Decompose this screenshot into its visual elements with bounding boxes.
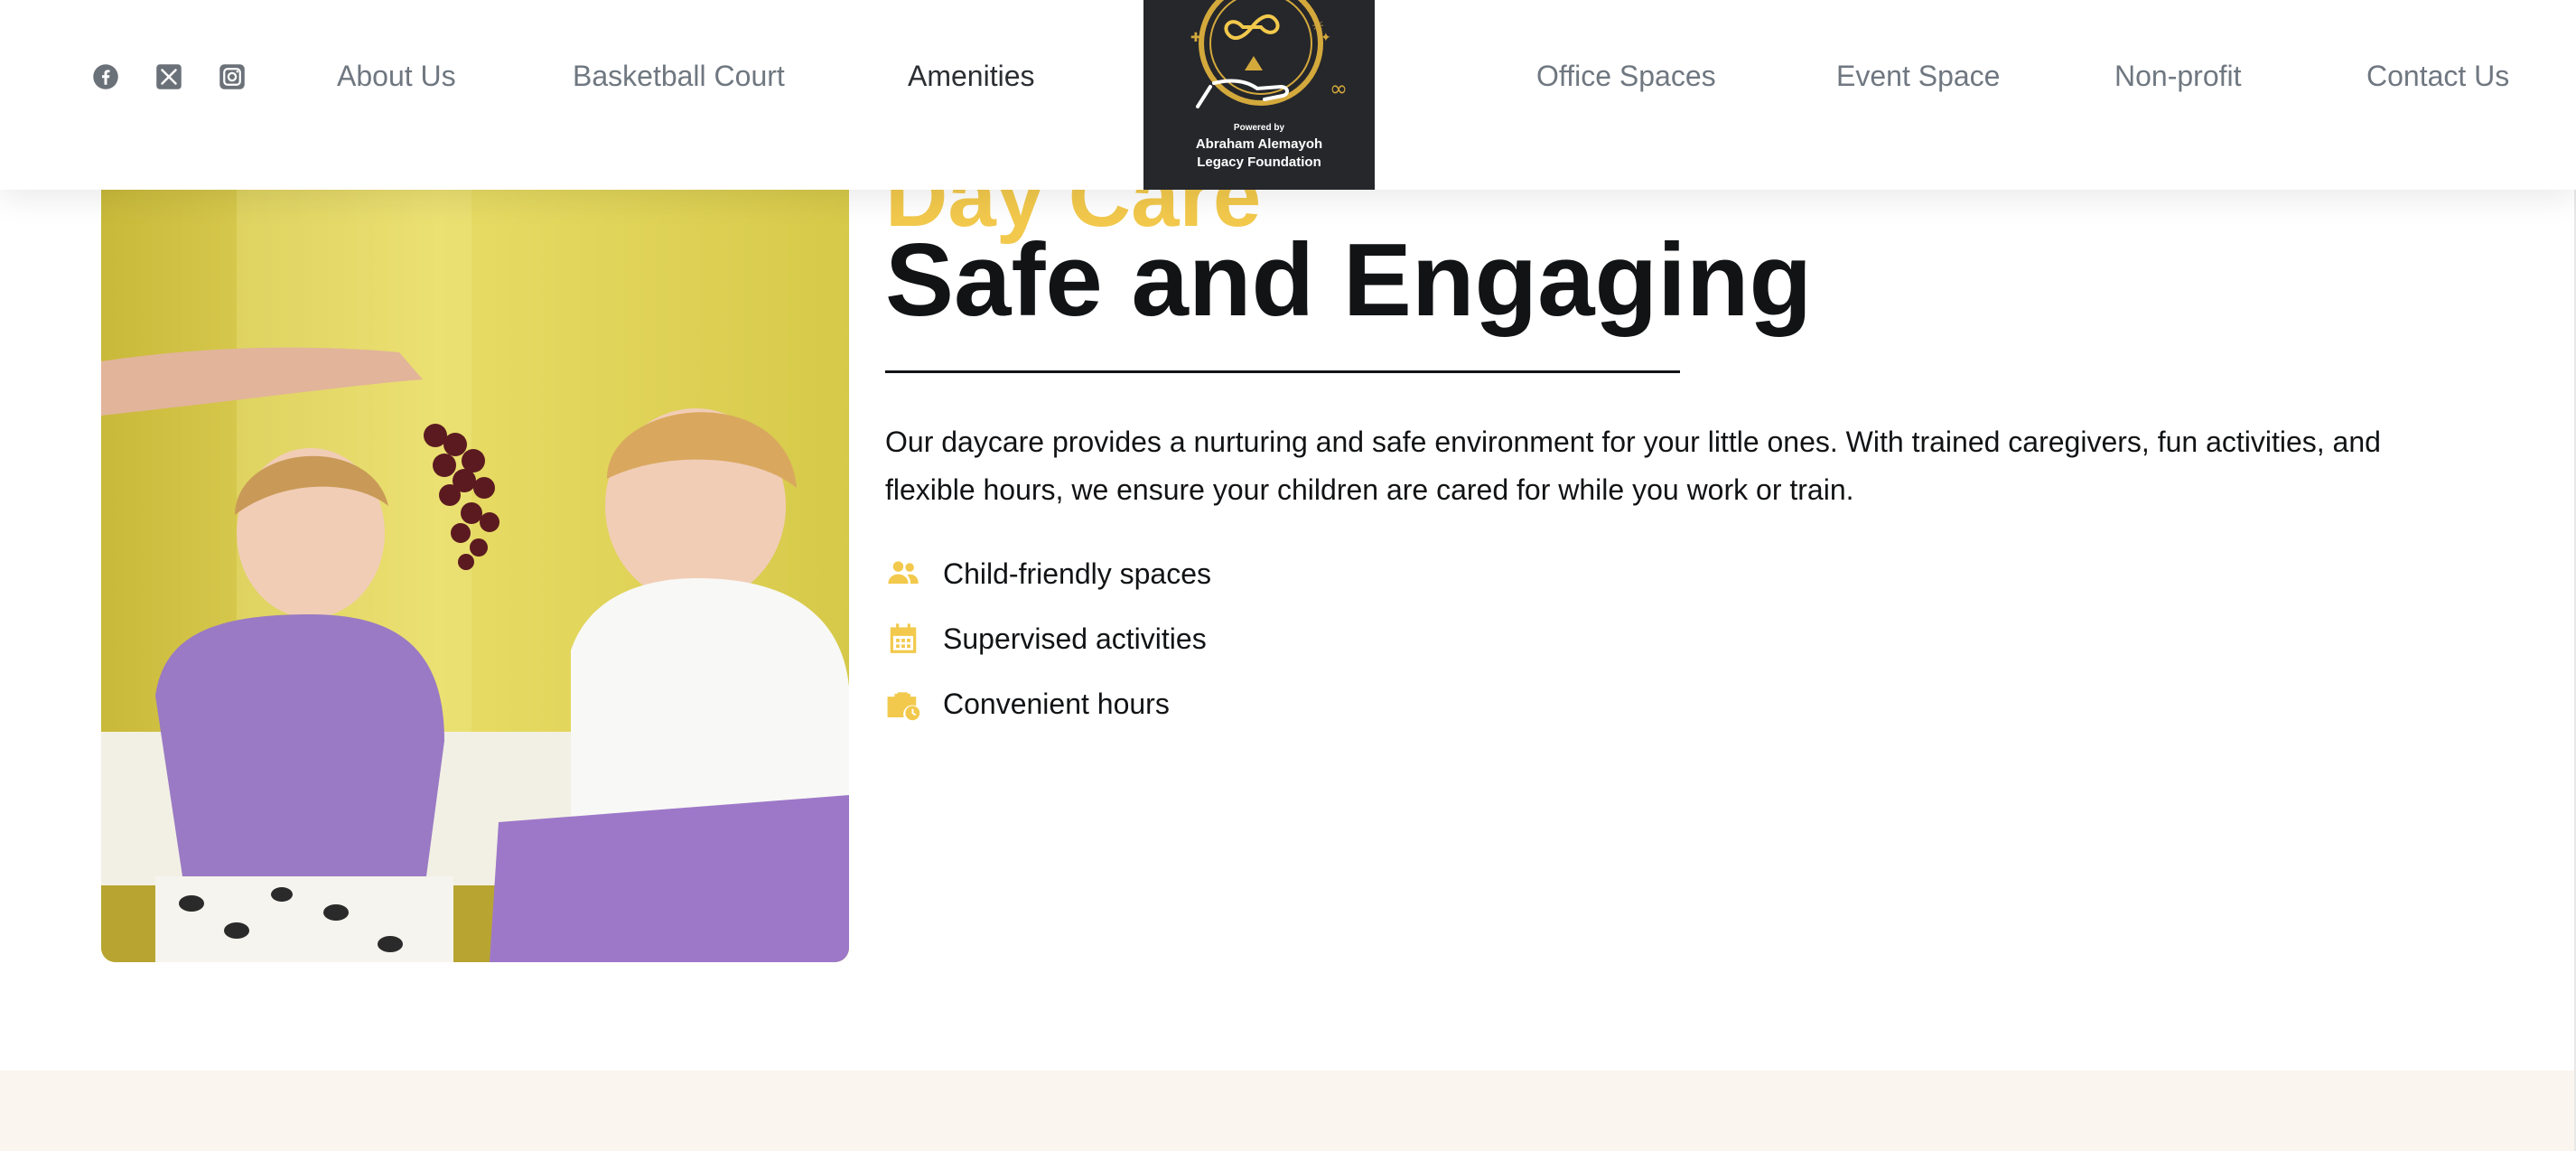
feature-item: Convenient hours: [885, 686, 1170, 722]
instagram-icon[interactable]: [219, 63, 246, 90]
feature-label: Supervised activities: [943, 622, 1207, 655]
nav-basketball-court[interactable]: Basketball Court: [573, 58, 785, 94]
users-icon: [885, 556, 921, 592]
x-icon[interactable]: [155, 63, 182, 90]
svg-text:∞: ∞: [1330, 76, 1348, 101]
next-section-band: [0, 1071, 2576, 1151]
calendar-icon: [885, 621, 921, 657]
section-description: Our daycare provides a nurturing and saf…: [885, 426, 2381, 506]
section-title: Safe and Engaging: [885, 223, 1813, 338]
nav-event-space[interactable]: Event Space: [1836, 58, 2000, 94]
title-divider: [885, 370, 1680, 373]
site-header: About Us Basketball Court Amenities ✚ ✦ …: [0, 0, 2576, 190]
svg-text:☼: ☼: [1311, 17, 1324, 34]
nav-amenities[interactable]: Amenities: [908, 58, 1035, 94]
site-logo[interactable]: ✚ ✦ ∞ ☼ Powered by Abraham Alemayoh Lega…: [1143, 0, 1375, 190]
logo-powered-by: Powered by: [1233, 123, 1285, 133]
daycare-photo: [101, 108, 849, 962]
svg-text:✚: ✚: [1190, 31, 1201, 45]
logo-name-line1: Abraham Alemayoh: [1195, 136, 1323, 152]
logo-name-line2: Legacy Foundation: [1197, 154, 1321, 170]
nav-non-profit[interactable]: Non-profit: [2114, 58, 2242, 94]
nav-about-us[interactable]: About Us: [337, 58, 456, 94]
feature-item: Child-friendly spaces: [885, 556, 1211, 592]
feature-label: Child-friendly spaces: [943, 557, 1212, 590]
briefcase-clock-icon: [885, 686, 921, 722]
facebook-icon[interactable]: [92, 63, 119, 90]
nav-contact-us[interactable]: Contact Us: [2366, 58, 2509, 94]
feature-label: Convenient hours: [943, 688, 1170, 720]
nav-office-spaces[interactable]: Office Spaces: [1536, 58, 1716, 94]
feature-item: Supervised activities: [885, 621, 1207, 657]
